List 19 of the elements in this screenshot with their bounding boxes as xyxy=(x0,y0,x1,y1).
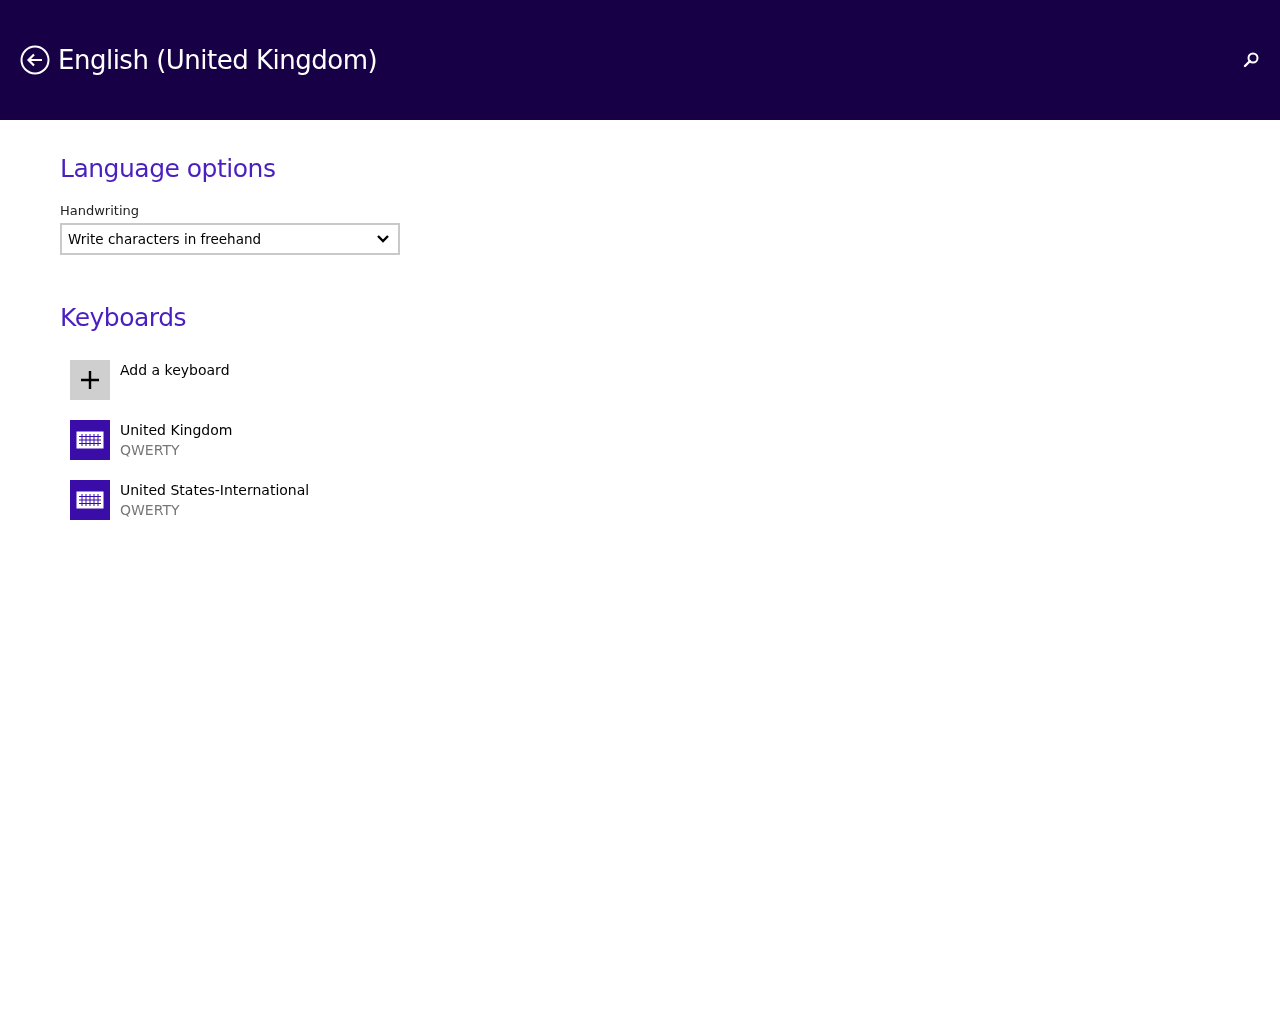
search-button[interactable] xyxy=(1242,51,1260,69)
chevron-down-icon xyxy=(376,234,390,244)
keyboard-icon xyxy=(76,491,104,509)
field-label: Handwriting xyxy=(60,203,141,218)
add-keyboard-link[interactable]: Add a keyboard xyxy=(120,360,230,380)
add-button[interactable] xyxy=(70,360,110,400)
handwriting-dropdown[interactable]: Write characters in freehand xyxy=(60,223,400,255)
keyboard-layout: QWERTY xyxy=(120,501,181,520)
page-title: English (United Kingdom) xyxy=(58,45,379,75)
section-heading: Language options xyxy=(60,154,277,183)
keyboard-name: United States-International xyxy=(120,481,310,500)
keyboard-tile[interactable] xyxy=(70,480,110,520)
back-button[interactable] xyxy=(20,45,50,75)
keyboard-tile[interactable] xyxy=(70,420,110,460)
keyboard-icon xyxy=(76,431,104,449)
section-heading: Keyboards xyxy=(60,303,188,332)
keyboard-layout: QWERTY xyxy=(120,441,181,460)
keyboard-name: United Kingdom xyxy=(120,421,233,440)
plus-icon xyxy=(80,370,100,390)
